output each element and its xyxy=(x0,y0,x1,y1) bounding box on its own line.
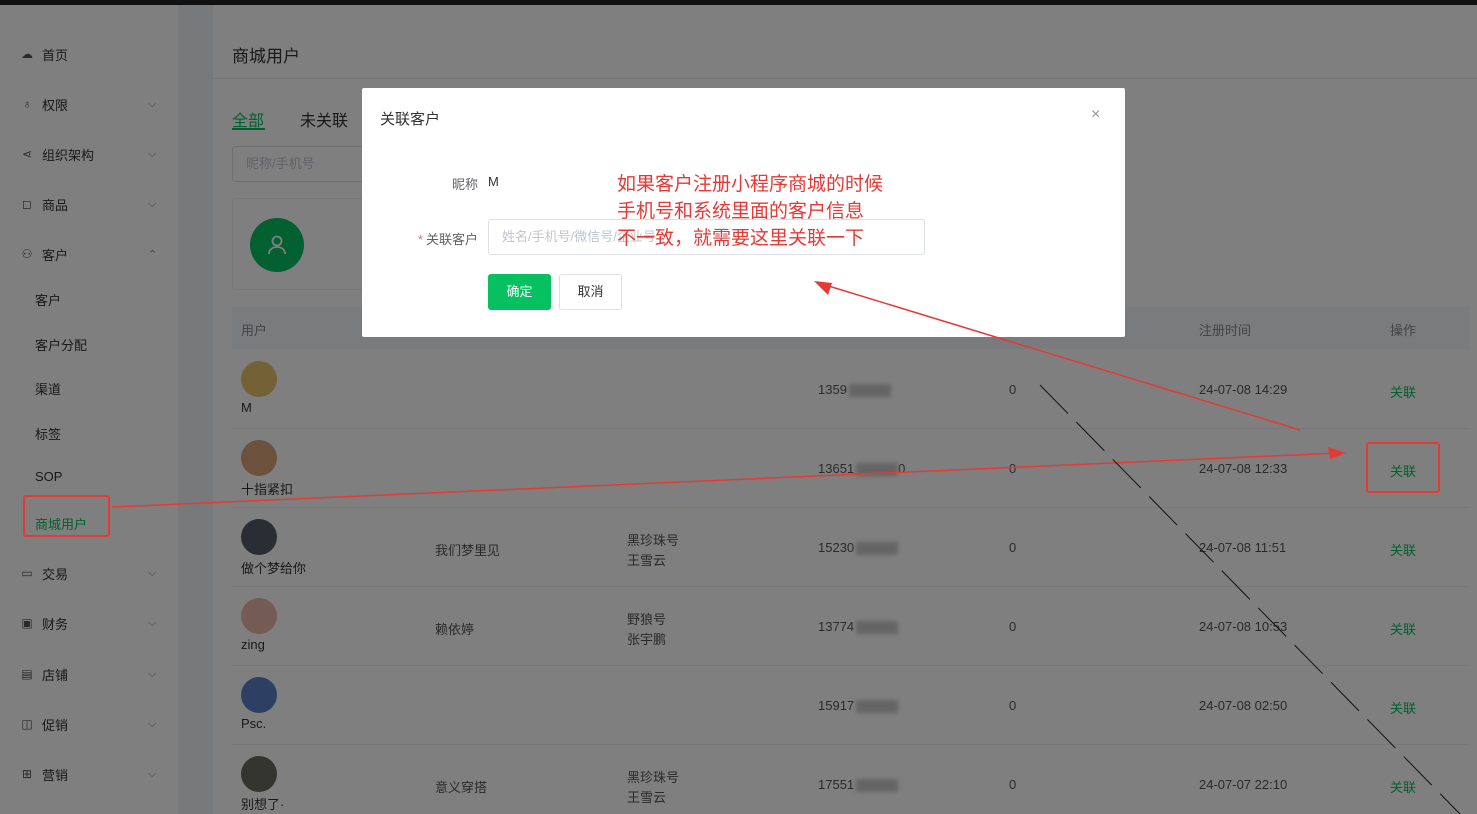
link-customer-label: * 关联客户 xyxy=(368,229,478,248)
close-icon[interactable]: × xyxy=(1091,106,1100,124)
label-text: 关联客户 xyxy=(425,232,478,247)
annotation-line: 不一致，就需要这里关联一下 xyxy=(617,228,865,249)
cancel-button[interactable]: 取消 xyxy=(559,274,622,310)
confirm-button[interactable]: 确定 xyxy=(488,274,551,310)
annotation-note: 如果客户注册小程序商城的时候 手机号和系统里面的客户信息 不一致，就需要这里关联… xyxy=(617,171,883,252)
required-mark: * xyxy=(417,232,423,247)
highlight-box-link xyxy=(1366,442,1440,493)
annotation-line: 手机号和系统里面的客户信息 xyxy=(617,201,865,222)
dialog-title: 关联客户 xyxy=(380,111,441,128)
nickname-value: M xyxy=(488,174,499,189)
highlight-box-sidebar xyxy=(23,495,110,537)
annotation-line: 如果客户注册小程序商城的时候 xyxy=(617,174,884,195)
nickname-label: 昵称 xyxy=(451,177,478,192)
